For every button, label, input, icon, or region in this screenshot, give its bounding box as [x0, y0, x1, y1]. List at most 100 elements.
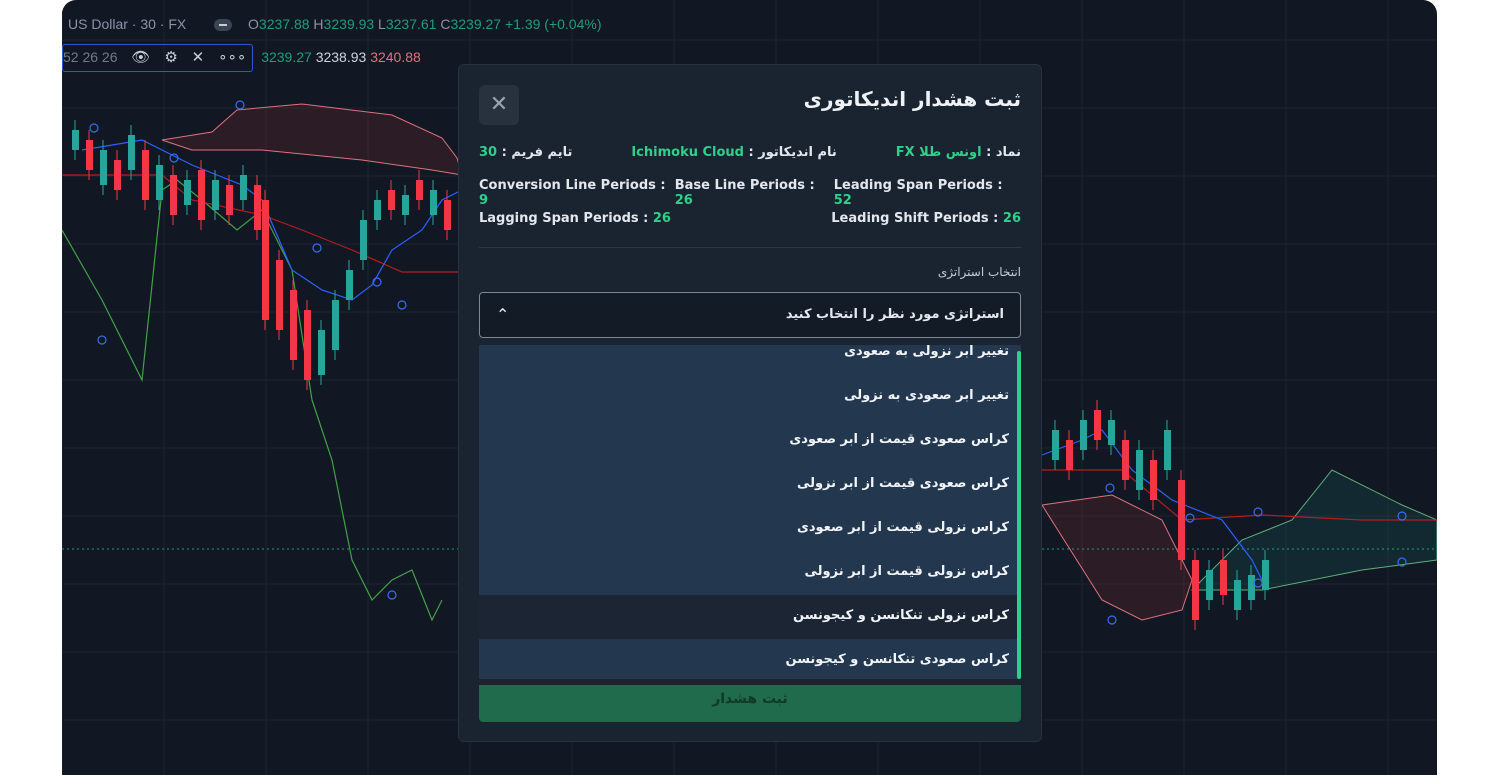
param-lagging-span: Lagging Span Periods : 26: [479, 211, 671, 226]
candle-body: [114, 160, 121, 190]
indicator-info: نام اندیکاتور : Ichimoku Cloud: [631, 145, 837, 160]
candle-body: [332, 300, 339, 350]
candle-body: [444, 200, 451, 230]
open-value: 3237.88: [258, 16, 310, 32]
candle-body: [1206, 570, 1213, 600]
indicator-alert-modal: ثبت هشدار اندیکاتوری ✕ نماد : اونس طلا F…: [458, 64, 1042, 742]
indicator-value-2: 3238.93: [315, 49, 367, 65]
strategy-option[interactable]: تغییر ابر نزولی به صعودی: [479, 345, 1021, 375]
candle-body: [402, 195, 409, 215]
divider: [479, 247, 1021, 248]
param-leading-span: Leading Span Periods : 52: [833, 178, 1003, 208]
candle-body: [416, 180, 423, 200]
bearish-cloud: [161, 103, 463, 176]
signal-marker: [1185, 513, 1195, 523]
candle-body: [374, 200, 381, 220]
candle-body: [1122, 440, 1129, 480]
strategy-option[interactable]: کراس صعودی تنکانسن و کیجونسن: [479, 639, 1021, 679]
candle-body: [170, 175, 177, 215]
strategy-option-hovered[interactable]: کراس نزولی تنکانسن و کیجونسن: [479, 595, 1021, 639]
strategy-dropdown[interactable]: تغییر ابر نزولی به صعودی تغییر ابر صعودی…: [479, 345, 1021, 679]
strategy-select-placeholder: استراتژی مورد نظر را انتخاب کنید: [785, 307, 1004, 322]
strategy-label: انتخاب استراتژی: [937, 265, 1021, 279]
candle-body: [212, 180, 219, 210]
signal-marker: [387, 590, 397, 600]
candle-body: [1178, 480, 1185, 560]
strategy-option[interactable]: کراس نزولی قیمت از ابر نزولی: [479, 551, 1021, 595]
candle-body: [240, 175, 247, 200]
candle-body: [1248, 575, 1255, 600]
candle-body: [254, 185, 261, 230]
candle-body: [1094, 410, 1101, 440]
signal-marker: [97, 335, 107, 345]
close-icon: ✕: [489, 92, 509, 117]
candle-body: [430, 190, 437, 215]
candle-body: [276, 260, 283, 330]
param-conversion-line: Conversion Line Periods : 9: [479, 178, 666, 208]
strategy-option[interactable]: کراس صعودی قیمت از ابر صعودی: [479, 419, 1021, 463]
candle-body: [184, 180, 191, 205]
close-modal-button[interactable]: ✕: [479, 85, 519, 125]
strategy-option[interactable]: کراس نزولی قیمت از ابر صعودی: [479, 507, 1021, 551]
info-row-1: نماد : اونس طلا FX نام اندیکاتور : Ichim…: [479, 145, 1021, 160]
strategy-option[interactable]: تغییر ابر صعودی به نزولی: [479, 375, 1021, 419]
candle-body: [1136, 450, 1143, 490]
collapse-legend-button[interactable]: [214, 19, 233, 32]
indicator-value-3: 3240.88: [370, 49, 421, 65]
candle-body: [360, 220, 367, 260]
more-icon[interactable]: ∘∘∘: [218, 46, 246, 70]
bearish-cloud: [1041, 494, 1193, 621]
candle-body: [1080, 420, 1087, 450]
candle-body: [1234, 580, 1241, 610]
candle-body: [156, 165, 163, 200]
close-icon[interactable]: ✕: [192, 46, 205, 70]
dropdown-scrollbar[interactable]: [1017, 351, 1021, 679]
param-base-line: Base Line Periods : 26: [674, 178, 815, 208]
lagging-span-line: [62, 179, 443, 622]
candle-body: [388, 190, 395, 210]
candle-body: [1164, 430, 1171, 470]
candle-body: [1108, 420, 1115, 445]
strategy-option[interactable]: کراس صعودی قیمت از ابر نزولی: [479, 463, 1021, 507]
info-row-2: Leading Span Periods : 52 Base Line Peri…: [479, 178, 1021, 208]
signal-marker: [89, 123, 99, 133]
candle-body: [318, 330, 325, 375]
eye-icon[interactable]: 👁: [131, 46, 150, 70]
modal-title: ثبت هشدار اندیکاتوری: [803, 87, 1021, 111]
candle-body: [128, 135, 135, 170]
signal-marker: [1105, 483, 1115, 493]
gear-icon[interactable]: ⚙: [164, 46, 177, 70]
signal-marker: [312, 243, 322, 253]
candle-body: [1192, 560, 1199, 620]
indicator-params: 52 26 26: [63, 49, 118, 65]
indicator-legend: 52 26 26 👁 ⚙ ✕ ∘∘∘ 3239.27 3238.93 3240.…: [62, 44, 421, 72]
candle-body: [346, 270, 353, 300]
low-value: 3237.61: [385, 16, 437, 32]
candle-body: [1150, 460, 1157, 500]
candle-body: [290, 290, 297, 360]
symbol-info: نماد : اونس طلا FX: [895, 145, 1021, 160]
candle-body: [226, 185, 233, 215]
chevron-up-icon: ⌃: [496, 305, 510, 324]
candle-body: [72, 130, 79, 150]
candle-body: [1066, 440, 1073, 470]
indicator-legend-box[interactable]: 52 26 26 👁 ⚙ ✕ ∘∘∘: [62, 44, 254, 72]
change-value: +1.39 (+0.04%): [504, 16, 602, 32]
candle-body: [1052, 430, 1059, 460]
candle-body: [304, 310, 311, 380]
indicator-value-1: 3239.27: [261, 49, 312, 65]
ohlc-legend: US Dollar · 30 · FX O3237.88 H3239.93 L3…: [68, 16, 602, 32]
candle-body: [262, 200, 269, 320]
close-value: 3239.27: [450, 16, 502, 32]
strategy-select[interactable]: استراتژی مورد نظر را انتخاب کنید ⌃: [479, 292, 1021, 338]
info-row-3: Leading Shift Periods : 26 Lagging Span …: [479, 211, 1021, 226]
candle-body: [142, 150, 149, 200]
candle-body: [100, 150, 107, 185]
candle-body: [1220, 560, 1227, 595]
signal-marker: [397, 300, 407, 310]
param-leading-shift: Leading Shift Periods : 26: [831, 211, 1021, 226]
bullish-cloud: [1190, 469, 1437, 591]
candle-body: [198, 170, 205, 220]
submit-alert-button[interactable]: ثبت هشدار: [479, 685, 1021, 722]
candle-body: [1262, 560, 1269, 590]
